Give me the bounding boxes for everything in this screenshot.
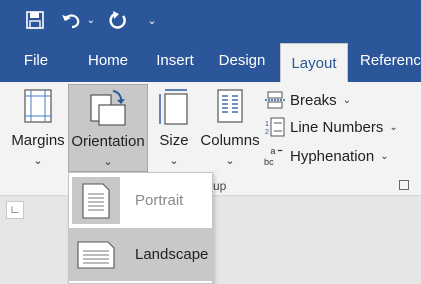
page-setup-group-label: up bbox=[213, 179, 227, 193]
orientation-icon bbox=[87, 89, 129, 134]
save-button[interactable] bbox=[22, 0, 48, 40]
undo-button[interactable] bbox=[56, 0, 86, 40]
save-icon bbox=[26, 11, 44, 29]
chevron-down-icon: ⌄ bbox=[169, 155, 179, 167]
orientation-label: Orientation bbox=[71, 133, 145, 150]
svg-text:2: 2 bbox=[265, 129, 269, 136]
chevron-down-icon: ⌄ bbox=[389, 121, 398, 133]
landscape-icon bbox=[72, 231, 120, 278]
size-icon bbox=[157, 88, 191, 131]
tab-insert[interactable]: Insert bbox=[146, 40, 204, 82]
chevron-down-icon: ⌄ bbox=[380, 150, 389, 162]
tab-references[interactable]: Referenc bbox=[360, 40, 421, 82]
line-numbers-button[interactable]: 12 Line Numbers ⌄ bbox=[264, 114, 398, 140]
undo-icon bbox=[62, 14, 80, 29]
columns-button[interactable]: Columns ⌄ bbox=[198, 84, 262, 172]
ribbon-tabs: File Home Insert Design Layout Referenc bbox=[0, 40, 421, 82]
line-numbers-label: Line Numbers bbox=[290, 118, 384, 136]
hyphenation-button[interactable]: a bc Hyphenation ⌄ bbox=[264, 143, 389, 169]
tab-home[interactable]: Home bbox=[78, 40, 138, 82]
chevron-down-icon: ⌄ bbox=[33, 155, 43, 167]
margins-icon bbox=[23, 88, 53, 129]
redo-icon bbox=[109, 11, 126, 29]
undo-dropdown-icon: ⌄ bbox=[86, 14, 96, 26]
tab-selector-icon[interactable]: ∟ bbox=[6, 201, 24, 219]
hyphenation-label: Hyphenation bbox=[290, 147, 375, 165]
svg-text:a: a bbox=[270, 146, 276, 156]
chevron-down-icon: ⌄ bbox=[342, 94, 352, 106]
orientation-menu: Portrait Landscape bbox=[68, 172, 213, 284]
dialog-launcher-icon[interactable] bbox=[399, 180, 409, 190]
size-label: Size bbox=[159, 132, 189, 149]
chevron-down-icon: ⌄ bbox=[225, 155, 235, 167]
undo-dropdown-button[interactable]: ⌄ bbox=[84, 0, 98, 40]
redo-button[interactable] bbox=[104, 0, 132, 40]
breaks-button[interactable]: Breaks ⌄ bbox=[264, 87, 351, 113]
columns-icon bbox=[216, 88, 244, 129]
breaks-icon bbox=[264, 90, 286, 110]
orientation-button[interactable]: Orientation ⌄ bbox=[68, 84, 148, 172]
customize-qat-button[interactable]: ⌄ bbox=[144, 0, 160, 40]
tab-layout[interactable]: Layout bbox=[280, 43, 348, 82]
portrait-icon bbox=[72, 177, 120, 224]
tab-design[interactable]: Design bbox=[210, 40, 274, 82]
svg-text:bc: bc bbox=[264, 157, 274, 167]
breaks-label: Breaks bbox=[290, 91, 337, 109]
columns-label: Columns bbox=[200, 132, 260, 149]
line-numbers-icon: 12 bbox=[264, 117, 286, 137]
landscape-label: Landscape bbox=[135, 246, 209, 263]
orientation-option-portrait[interactable]: Portrait bbox=[69, 174, 212, 227]
chevron-down-icon: ⌄ bbox=[103, 156, 113, 168]
tab-file[interactable]: File bbox=[12, 40, 60, 82]
hyphenation-icon: a bc bbox=[264, 146, 286, 167]
margins-button[interactable]: Margins ⌄ bbox=[8, 84, 68, 172]
orientation-option-landscape[interactable]: Landscape bbox=[69, 228, 212, 281]
margins-label: Margins bbox=[11, 132, 65, 149]
size-button[interactable]: Size ⌄ bbox=[152, 84, 196, 172]
customize-qat-icon: ⌄ bbox=[147, 14, 157, 27]
title-bar: ⌄ ⌄ bbox=[0, 0, 421, 40]
svg-text:1: 1 bbox=[265, 121, 269, 128]
portrait-label: Portrait bbox=[135, 192, 184, 209]
